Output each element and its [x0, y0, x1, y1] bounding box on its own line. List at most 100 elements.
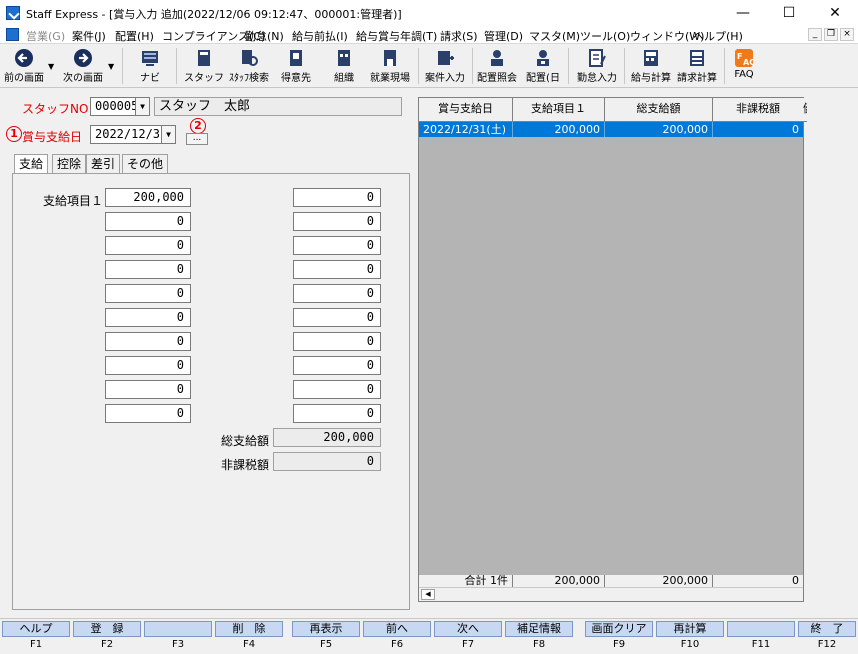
maximize-button[interactable]: ☐	[766, 0, 812, 26]
payment-left-3[interactable]: 0	[105, 236, 191, 255]
register-button[interactable]: 登 録	[73, 621, 141, 637]
staff-no-value: 000005	[95, 99, 139, 113]
placement-day-button[interactable]: 配置(日	[522, 46, 564, 86]
tab-payment[interactable]: 支給	[14, 154, 49, 174]
grid-header-date[interactable]: 賞与支給日	[419, 98, 513, 122]
placement-day-icon	[537, 50, 549, 66]
scroll-left-icon[interactable]: ◀	[421, 589, 435, 600]
menu-payroll[interactable]: 給与賞与年調(T)	[356, 28, 437, 44]
navi-button[interactable]: ナビ	[132, 46, 168, 86]
payment-right-6[interactable]: 0	[293, 308, 381, 327]
payment-left-8[interactable]: 0	[105, 356, 191, 375]
payment-right-10[interactable]: 0	[293, 404, 381, 423]
menu-case[interactable]: 案件(J)	[72, 28, 106, 44]
close-button[interactable]: ✕	[812, 0, 858, 26]
menu-billing[interactable]: 請求(S)	[440, 28, 478, 44]
fkey-label: F9	[612, 639, 626, 650]
menu-bar: 営業(G) 案件(J) 配置(H) コンプライアンス(C) 勤怠(N) 給与前払…	[0, 26, 858, 44]
menu-attendance[interactable]: 勤怠(N)	[245, 28, 284, 44]
menu-placement[interactable]: 配置(H)	[115, 28, 154, 44]
grid-cell-total: 200,000	[605, 122, 713, 137]
attendance-entry-button[interactable]: 勤怠入力	[574, 46, 620, 86]
table-row[interactable]: 2022/12/31(土) 200,000 200,000 0	[419, 122, 803, 137]
staff-no-combo[interactable]: 000005 ▼	[90, 97, 150, 116]
mdi-restore-button[interactable]: ❐	[824, 28, 838, 41]
prev-dropdown-icon[interactable]: ▼	[48, 62, 54, 71]
menu-sales[interactable]: 営業(G)	[26, 28, 65, 44]
tab-other[interactable]: その他	[122, 154, 169, 174]
payment-right-4[interactable]: 0	[293, 260, 381, 279]
marker-2: 2	[190, 118, 206, 134]
total-payment-label: 総支給額	[221, 434, 270, 448]
payment-right-8[interactable]: 0	[293, 356, 381, 375]
next-record-button[interactable]: 次へ	[434, 621, 502, 637]
billing-calc-button[interactable]: 請求計算	[674, 46, 720, 86]
grid-header-nontax[interactable]: 非課税額	[713, 98, 803, 122]
payment-left-2[interactable]: 0	[105, 212, 191, 231]
payment-right-7[interactable]: 0	[293, 332, 381, 351]
worksite-button[interactable]: 就業現場	[368, 46, 412, 86]
grid-cell-item1: 200,000	[513, 122, 605, 137]
exit-button[interactable]: 終 了	[798, 621, 856, 637]
f3-button[interactable]	[144, 621, 212, 637]
case-entry-icon	[438, 51, 454, 65]
payment-left-4[interactable]: 0	[105, 260, 191, 279]
menu-admin[interactable]: 管理(D)	[484, 28, 523, 44]
help-button[interactable]: ヘルプ	[2, 621, 70, 637]
grid-cell-nontax: 0	[792, 123, 799, 136]
payment-right-1[interactable]: 0	[293, 188, 381, 207]
faq-button[interactable]: F AQ FAQ	[726, 46, 762, 86]
bonus-date-combo[interactable]: 2022/12/31 ▼	[90, 125, 176, 144]
redisplay-button[interactable]: 再表示	[292, 621, 360, 637]
prev-screen-button[interactable]: 前の画面	[2, 46, 46, 86]
payment-left-7[interactable]: 0	[105, 332, 191, 351]
prev-record-button[interactable]: 前へ	[363, 621, 431, 637]
payment-left-6[interactable]: 0	[105, 308, 191, 327]
menu-master[interactable]: マスタ(M)	[529, 28, 580, 44]
grid-header-health[interactable]: 健康	[803, 98, 807, 122]
chevron-down-icon[interactable]: ▼	[135, 98, 149, 115]
payment-right-5[interactable]: 0	[293, 284, 381, 303]
payment-left-9[interactable]: 0	[105, 380, 191, 399]
ellipsis-button[interactable]: ...	[186, 133, 208, 145]
mdi-close-button[interactable]: ×	[840, 28, 854, 41]
customer-icon	[290, 50, 302, 66]
placement-inquiry-button[interactable]: 配置照会	[474, 46, 520, 86]
recalculate-button[interactable]: 再計算	[656, 621, 724, 637]
payment-left-1[interactable]: 200,000	[105, 188, 191, 207]
fkey-label: F1	[29, 639, 43, 650]
clear-screen-button[interactable]: 画面クリア	[585, 621, 653, 637]
organization-button[interactable]: 組織	[324, 46, 364, 86]
title-bar: Staff Express - [賞与入力 追加(2022/12/06 09:1…	[0, 0, 858, 26]
payroll-calc-button[interactable]: 給与計算	[628, 46, 674, 86]
fkey-label: F7	[461, 639, 475, 650]
payment-left-5[interactable]: 0	[105, 284, 191, 303]
payment-right-2[interactable]: 0	[293, 212, 381, 231]
minimize-button[interactable]: —	[720, 0, 766, 26]
menu-prepay[interactable]: 給与前払(I)	[292, 28, 348, 44]
bonus-grid: 賞与支給日 支給項目１ 総支給額 非課税額 健康 2022/12/31(土) 2…	[418, 97, 807, 602]
payment-right-9[interactable]: 0	[293, 380, 381, 399]
next-screen-button[interactable]: 次の画面	[60, 46, 106, 86]
f11-button[interactable]	[727, 621, 795, 637]
grid-header-total[interactable]: 総支給額	[605, 98, 713, 122]
tab-deduction[interactable]: 控除	[52, 154, 87, 174]
customer-button[interactable]: 得意先	[276, 46, 316, 86]
next-dropdown-icon[interactable]: ▼	[108, 62, 114, 71]
tab-balance[interactable]: 差引	[86, 154, 121, 174]
supplement-info-button[interactable]: 補足情報	[505, 621, 573, 637]
payment-right-3[interactable]: 0	[293, 236, 381, 255]
chevron-down-icon[interactable]: ▼	[161, 126, 175, 143]
horizontal-scrollbar[interactable]: ◀	[419, 587, 803, 601]
delete-button[interactable]: 削 除	[215, 621, 283, 637]
staff-search-button[interactable]: ｽﾀｯﾌ検索	[226, 46, 272, 86]
fkey-label: F2	[100, 639, 114, 650]
grid-header-item1[interactable]: 支給項目１	[513, 98, 605, 122]
case-entry-button[interactable]: 案件入力	[422, 46, 468, 86]
menu-help[interactable]: ヘルプ(H)	[693, 28, 743, 44]
mdi-minimize-button[interactable]: _	[808, 28, 822, 41]
menu-tools[interactable]: ツール(O)	[580, 28, 630, 44]
staff-button[interactable]: スタッフ	[184, 46, 224, 86]
payment-left-10[interactable]: 0	[105, 404, 191, 423]
toolbar-separator	[122, 48, 123, 84]
